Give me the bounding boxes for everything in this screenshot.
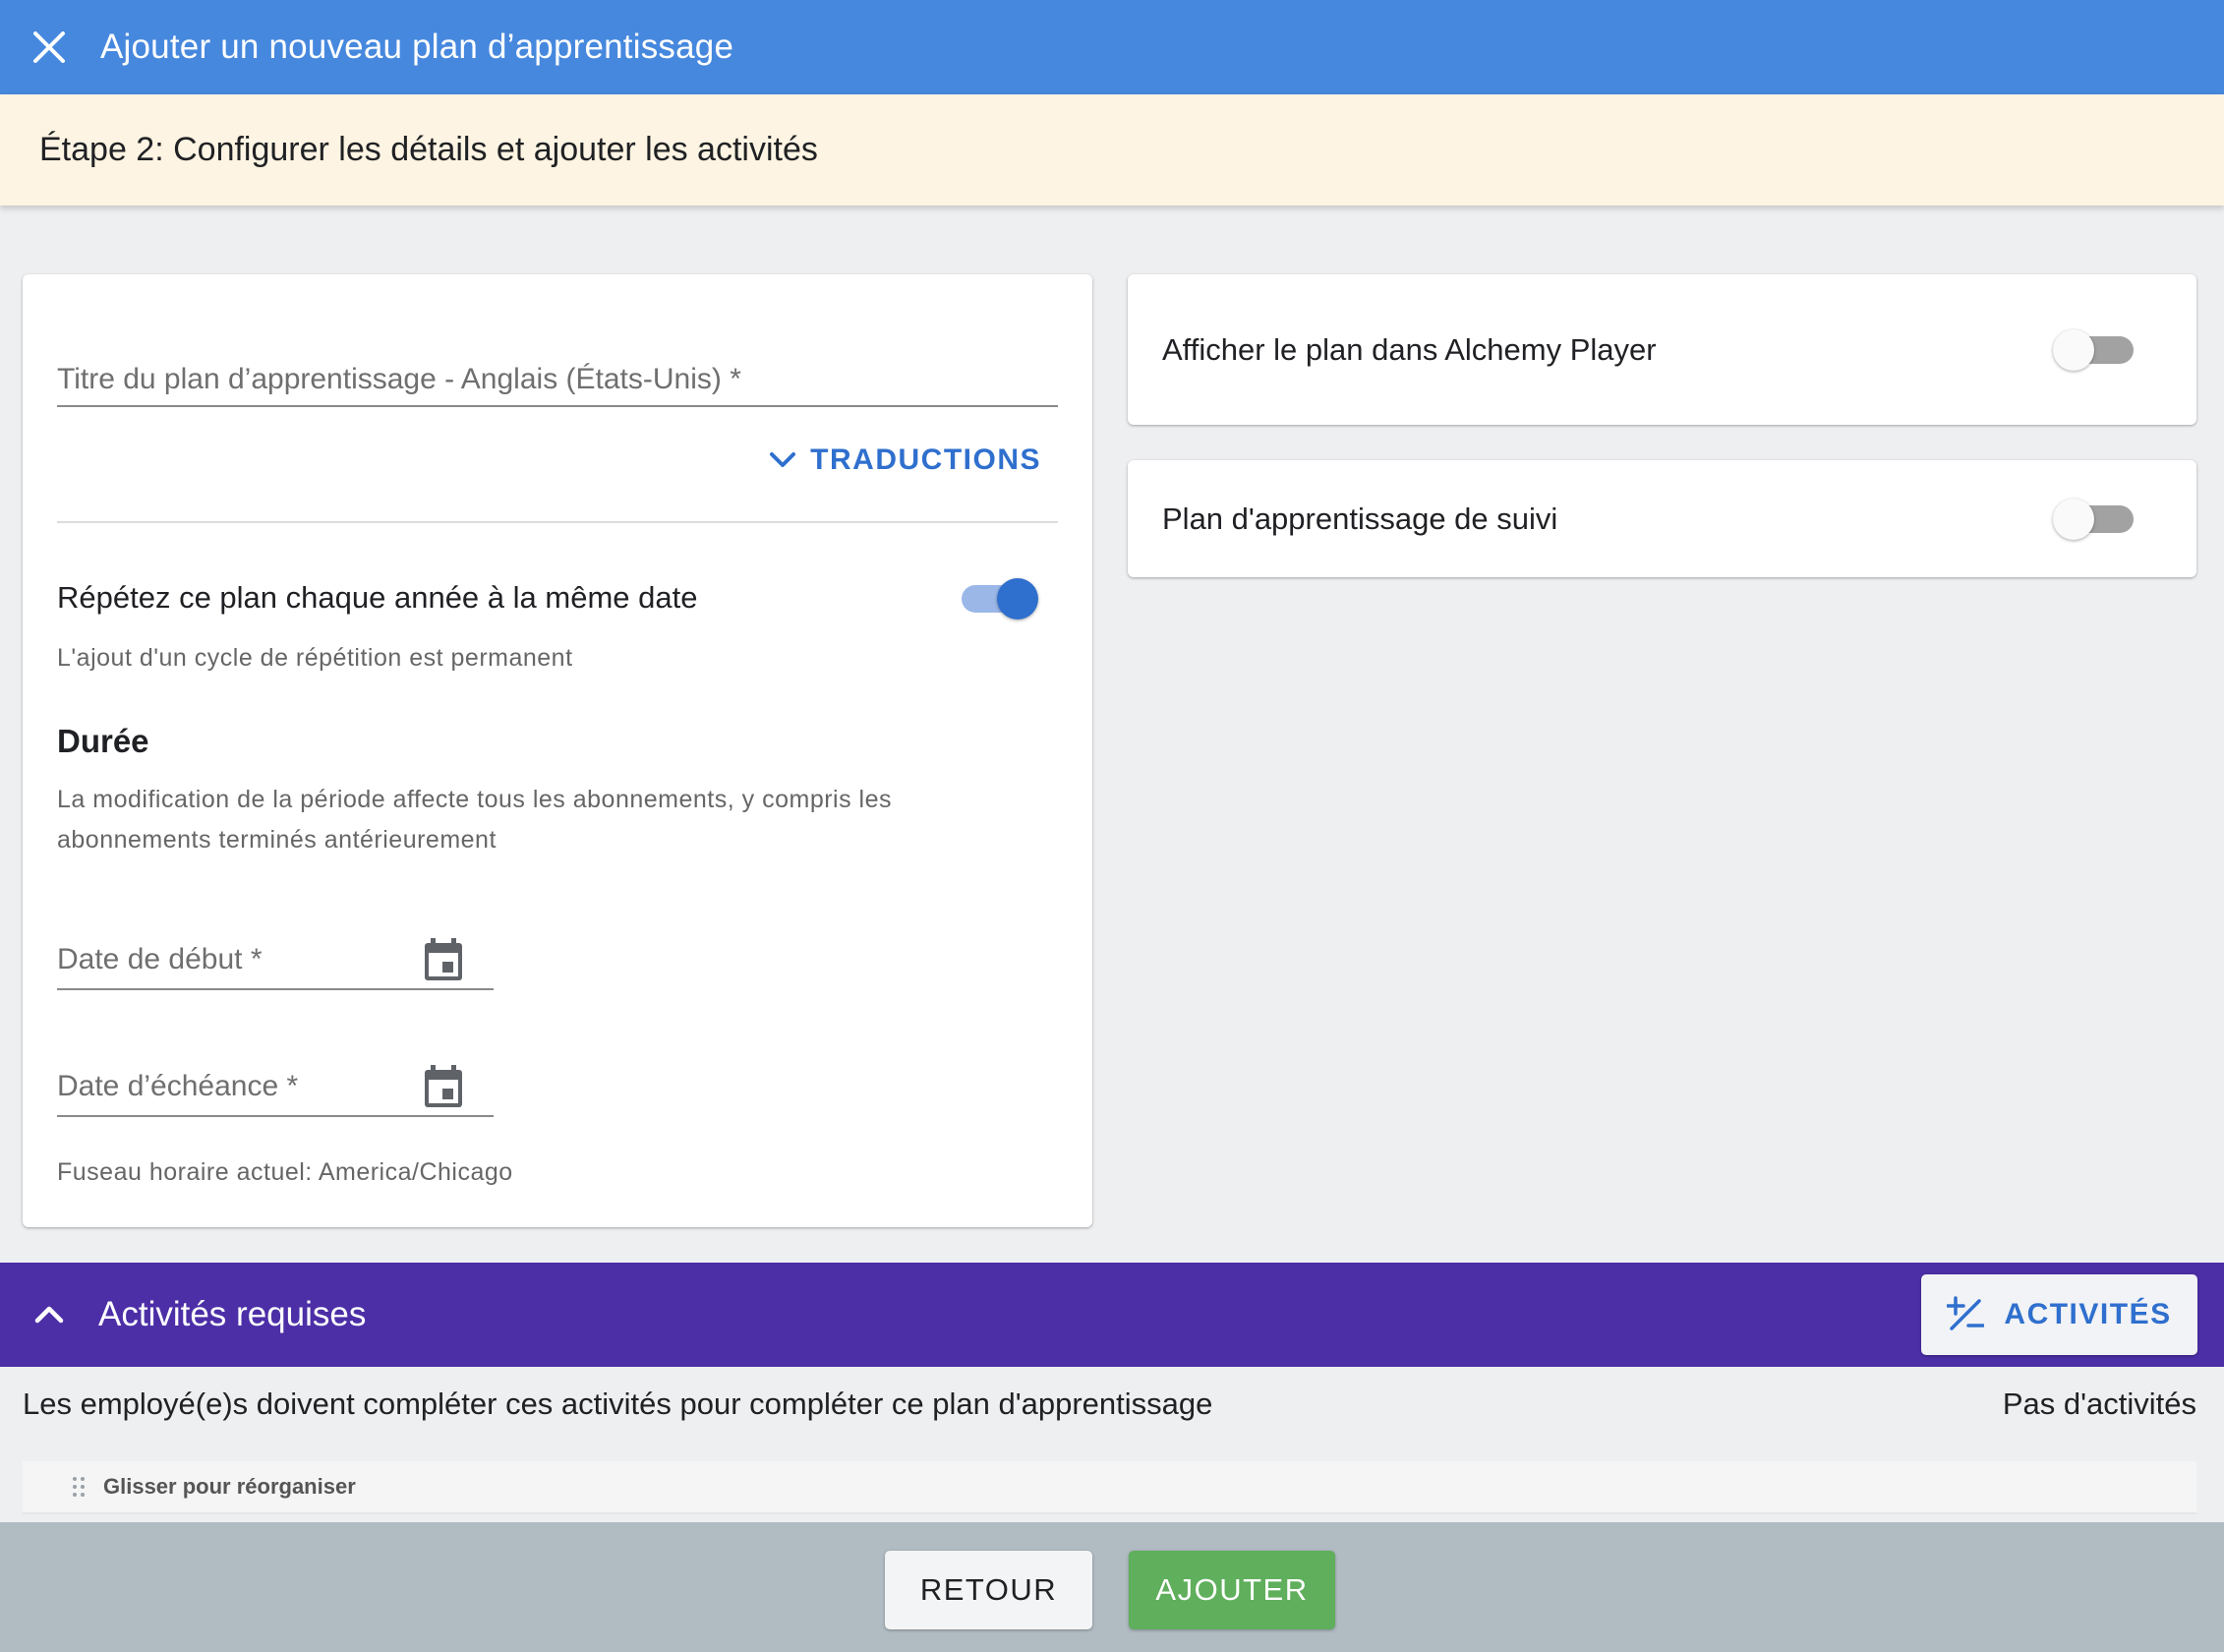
show-in-player-toggle[interactable] xyxy=(2053,324,2136,374)
calendar-icon[interactable] xyxy=(423,1064,464,1109)
show-in-player-toggle-thumb xyxy=(2053,329,2094,371)
repeat-toggle-thumb xyxy=(997,578,1038,620)
plan-title-input[interactable]: Titre du plan d’apprentissage - Anglais … xyxy=(57,353,1058,407)
activities-header: Activités requises ACTIVITÉS xyxy=(0,1263,2224,1367)
app-bar: Ajouter un nouveau plan d’apprentissage xyxy=(0,0,2224,94)
translations-label: TRADUCTIONS xyxy=(810,443,1041,476)
add-button[interactable]: AJOUTER xyxy=(1129,1551,1335,1629)
step-bar: Étape 2: Configurer les détails et ajout… xyxy=(0,94,2224,206)
activities-empty-label: Pas d'activités xyxy=(2002,1386,2196,1421)
repeat-hint: L'ajout d'un cycle de répétition est per… xyxy=(57,644,573,672)
repeat-toggle[interactable] xyxy=(956,573,1038,622)
add-activities-button[interactable]: ACTIVITÉS xyxy=(1921,1274,2197,1355)
add-activities-label: ACTIVITÉS xyxy=(2004,1298,2172,1330)
calendar-icon[interactable] xyxy=(423,937,464,982)
start-date-placeholder: Date de début * xyxy=(57,943,263,975)
timezone-text: Fuseau horaire actuel: America/Chicago xyxy=(57,1158,513,1186)
drag-reorder-row[interactable]: Glisser pour réorganiser xyxy=(23,1461,2196,1514)
activities-description: Les employé(e)s doivent compléter ces ac… xyxy=(23,1386,1213,1421)
show-in-player-card: Afficher le plan dans Alchemy Player xyxy=(1128,274,2196,425)
translations-button[interactable]: TRADUCTIONS xyxy=(769,443,1041,477)
repeat-label: Répétez ce plan chaque année à la même d… xyxy=(57,580,698,615)
chevron-up-icon xyxy=(34,1306,64,1324)
plan-title-placeholder: Titre du plan d’apprentissage - Anglais … xyxy=(57,362,741,395)
divider xyxy=(57,521,1058,523)
plus-minus-icon xyxy=(1947,1296,1985,1330)
end-date-field[interactable]: Date d’échéance * xyxy=(57,1058,494,1117)
follow-up-label: Plan d'apprentissage de suivi xyxy=(1162,502,1558,536)
start-date-field[interactable]: Date de début * xyxy=(57,931,494,990)
dialog-title: Ajouter un nouveau plan d’apprentissage xyxy=(100,28,734,66)
follow-up-toggle-thumb xyxy=(2053,499,2094,540)
follow-up-card: Plan d'apprentissage de suivi xyxy=(1128,460,2196,577)
drag-handle-icon[interactable] xyxy=(72,1476,86,1498)
duration-hint: La modification de la période affecte to… xyxy=(57,786,892,854)
back-button[interactable]: RETOUR xyxy=(885,1551,1092,1629)
footer-bar: RETOUR AJOUTER xyxy=(0,1522,2224,1652)
step-title: Étape 2: Configurer les détails et ajout… xyxy=(39,131,818,168)
close-button[interactable] xyxy=(31,30,67,65)
chevron-down-icon xyxy=(770,452,796,467)
plan-details-card: Titre du plan d’apprentissage - Anglais … xyxy=(23,274,1092,1227)
close-icon xyxy=(33,31,65,63)
drag-label: Glisser pour réorganiser xyxy=(103,1474,356,1499)
show-in-player-label: Afficher le plan dans Alchemy Player xyxy=(1162,332,1657,367)
duration-title: Durée xyxy=(57,723,149,759)
activities-title: Activités requises xyxy=(98,1295,367,1333)
follow-up-toggle[interactable] xyxy=(2053,494,2136,543)
collapse-activities-button[interactable] xyxy=(33,1304,65,1326)
end-date-placeholder: Date d’échéance * xyxy=(57,1070,299,1102)
